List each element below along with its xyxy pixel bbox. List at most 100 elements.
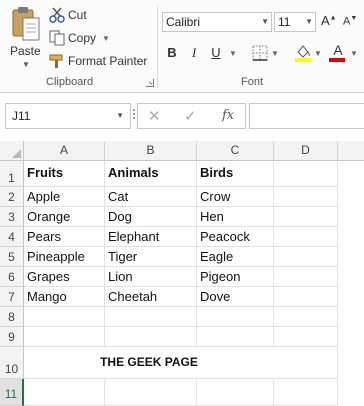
cell-c3[interactable]: Hen [197, 207, 274, 227]
cut-button[interactable]: Cut [48, 5, 87, 25]
cell-c2[interactable]: Crow [197, 187, 274, 207]
formula-input[interactable] [249, 103, 364, 129]
clipboard-icon [12, 7, 40, 41]
select-all-button[interactable] [0, 141, 24, 161]
cell-a6[interactable]: Grapes [24, 267, 105, 287]
row-header-3[interactable]: 3 [0, 207, 24, 227]
cancel-icon[interactable]: ✕ [148, 107, 161, 125]
format-painter-label: Format Painter [68, 54, 148, 68]
cell-b9[interactable] [105, 327, 197, 347]
font-family-select[interactable]: Calibri ▼ [162, 12, 272, 32]
dialog-launcher-icon[interactable] [146, 79, 154, 87]
row-header-1[interactable]: 1 [0, 161, 24, 187]
copy-label: Copy [68, 31, 97, 45]
cell-b4[interactable]: Elephant [105, 227, 197, 247]
row-header-4[interactable]: 4 [0, 227, 24, 247]
chevron-down-icon[interactable]: ▼ [271, 49, 279, 58]
shrink-font-button[interactable]: A▼ [343, 15, 357, 28]
font-family-value: Calibri [166, 15, 201, 29]
bold-button[interactable]: B [163, 43, 181, 63]
cell-d9[interactable] [274, 327, 338, 347]
cell-d3[interactable] [274, 207, 338, 227]
cell-c6[interactable]: Pigeon [197, 267, 274, 287]
row-header-7[interactable]: 7 [0, 287, 24, 307]
cell-a4[interactable]: Pears [24, 227, 105, 247]
chevron-down-icon: ▼ [116, 111, 124, 120]
paste-label: Paste [10, 44, 41, 58]
cell-a3[interactable]: Orange [24, 207, 105, 227]
cell-b8[interactable] [105, 307, 197, 327]
paintbrush-icon [49, 54, 63, 68]
cell-c8[interactable] [197, 307, 274, 327]
cell-c11[interactable] [197, 379, 274, 406]
chevron-down-icon[interactable]: ▼ [350, 49, 358, 58]
check-icon[interactable]: ✓ [184, 107, 197, 125]
cell-b1[interactable]: Animals [105, 161, 197, 187]
cell-d8[interactable] [274, 307, 338, 327]
chevron-down-icon[interactable]: ▼ [229, 49, 237, 58]
clipboard-group-label: Clipboard [46, 76, 94, 88]
cell-d11[interactable] [274, 379, 338, 406]
formula-bar: J11 ▼ ✕ ✓ fx [0, 93, 364, 141]
row-header-2[interactable]: 2 [0, 187, 24, 207]
column-header-a[interactable]: A [24, 141, 105, 161]
paste-button[interactable]: Paste ▼ [4, 4, 46, 70]
column-header-c[interactable]: C [197, 141, 274, 161]
row-header-6[interactable]: 6 [0, 267, 24, 287]
cell-d7[interactable] [274, 287, 338, 307]
row-header-11[interactable]: 11 [0, 379, 24, 406]
cell-a9[interactable] [24, 327, 105, 347]
cell-d2[interactable] [274, 187, 338, 207]
cell-a8[interactable] [24, 307, 105, 327]
cell-a7[interactable]: Mango [24, 287, 105, 307]
font-color-swatch [329, 58, 345, 62]
cell-c7[interactable]: Dove [197, 287, 274, 307]
copy-icon [49, 30, 65, 46]
borders-icon[interactable] [252, 45, 268, 61]
row-header-8[interactable]: 8 [0, 307, 24, 327]
cell-d1[interactable] [274, 161, 338, 187]
spreadsheet-grid: A B C D 1 2 3 4 5 6 7 8 9 10 11 Fruits A… [0, 141, 364, 406]
font-size-value: 11 [278, 15, 291, 29]
format-painter-button[interactable]: Format Painter [48, 51, 147, 71]
chevron-down-icon: ▼ [261, 17, 269, 26]
font-color-button[interactable]: A [330, 42, 346, 58]
underline-button[interactable]: U [207, 43, 225, 63]
cell-c4[interactable]: Peacock [197, 227, 274, 247]
name-box[interactable]: J11 ▼ [5, 103, 131, 129]
cell-d5[interactable] [274, 247, 338, 267]
cell-c1[interactable]: Birds [197, 161, 274, 187]
row-header-5[interactable]: 5 [0, 247, 24, 267]
cell-c5[interactable]: Eagle [197, 247, 274, 267]
italic-button[interactable]: I [185, 43, 203, 63]
cell-a2[interactable]: Apple [24, 187, 105, 207]
column-header-e[interactable] [338, 141, 364, 161]
cell-d6[interactable] [274, 267, 338, 287]
insert-function-button[interactable]: fx [222, 108, 234, 123]
copy-button[interactable]: Copy ▼ [48, 28, 110, 48]
cell-c9[interactable] [197, 327, 274, 347]
cell-b6[interactable]: Lion [105, 267, 197, 287]
cell-a11[interactable] [24, 379, 105, 406]
chevron-down-icon[interactable]: ▼ [314, 49, 322, 58]
cell-a5[interactable]: Pineapple [24, 247, 105, 267]
cell-d4[interactable] [274, 227, 338, 247]
grow-font-button[interactable]: A▲ [321, 13, 337, 28]
row-header-10[interactable]: 10 [0, 347, 24, 379]
cell-b7[interactable]: Cheetah [105, 287, 197, 307]
chevron-down-icon[interactable]: ▼ [22, 60, 30, 69]
column-header-d[interactable]: D [274, 141, 338, 161]
font-size-select[interactable]: 11 ▼ [274, 12, 316, 32]
cell-b5[interactable]: Tiger [105, 247, 197, 267]
chevron-down-icon[interactable]: ▼ [102, 34, 110, 43]
cell-b3[interactable]: Dog [105, 207, 197, 227]
cell-b2[interactable]: Cat [105, 187, 197, 207]
row-header-9[interactable]: 9 [0, 327, 24, 347]
merged-title-cell[interactable]: THE GEEK PAGE [24, 347, 274, 379]
cell-a1[interactable]: Fruits [24, 161, 105, 187]
cell-b11[interactable] [105, 379, 197, 406]
cell-d10[interactable] [274, 347, 338, 379]
column-header-b[interactable]: B [105, 141, 197, 161]
fill-color-icon[interactable] [294, 43, 312, 63]
resize-handle[interactable] [132, 107, 136, 125]
